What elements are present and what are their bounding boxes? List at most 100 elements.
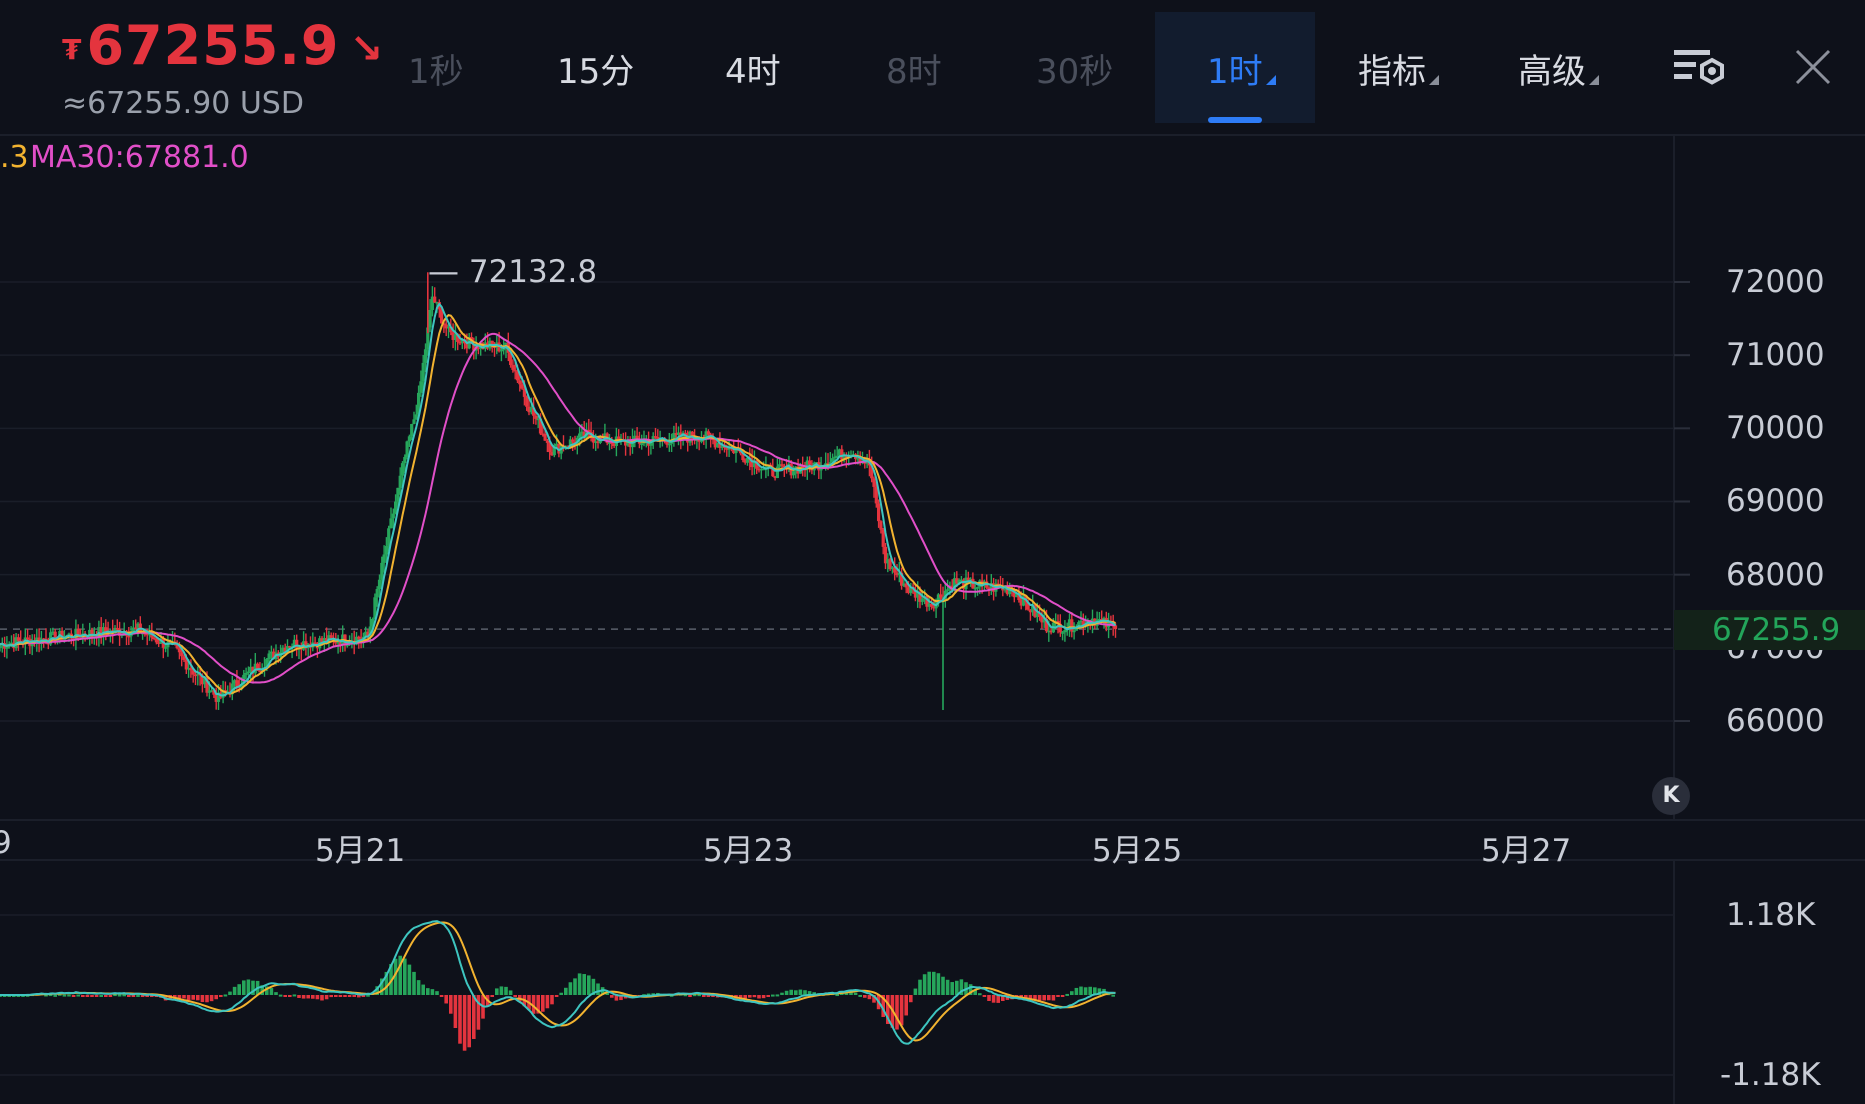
- candle-body: [26, 637, 30, 639]
- candle-body: [246, 671, 250, 674]
- macd-histogram-bar: [99, 994, 103, 997]
- macd-histogram-bar: [899, 995, 904, 1026]
- macd-histogram-bar: [449, 995, 453, 1014]
- macd-histogram-bar: [978, 993, 982, 996]
- macd-histogram-bar: [343, 995, 347, 997]
- y-tick-label: 71000: [1726, 337, 1825, 373]
- macd-histogram-bar: [219, 995, 223, 997]
- macd-histogram-bar: [554, 995, 559, 998]
- macd-histogram-bar: [182, 995, 186, 999]
- candle-body: [267, 653, 271, 660]
- macd-lower-label: -1.18K: [1720, 1057, 1821, 1093]
- macd-histogram-bar: [495, 988, 499, 995]
- tab-4h[interactable]: 4时: [725, 44, 781, 93]
- dropdown-triangle-icon: [1429, 75, 1439, 85]
- macd-histogram-bar: [232, 986, 237, 995]
- macd-histogram-bar: [867, 995, 872, 1000]
- tab-30s[interactable]: 30秒: [1036, 44, 1113, 93]
- candle-body: [152, 637, 156, 640]
- macd-histogram-bar: [76, 994, 80, 997]
- macd-histogram-bar: [62, 994, 67, 997]
- macd-histogram-bar: [895, 995, 899, 1030]
- high-price-label: — 72132.8: [428, 254, 598, 290]
- macd-histogram-bar: [1111, 994, 1115, 997]
- macd-histogram-bar: [761, 995, 766, 999]
- macd-histogram-bar: [499, 986, 504, 995]
- macd-histogram-bar: [610, 995, 614, 998]
- candlestick-chart[interactable]: [0, 0, 1865, 1104]
- macd-histogram-bar: [403, 958, 407, 995]
- macd-histogram-bar: [278, 994, 283, 997]
- macd-histogram-bar: [918, 979, 922, 995]
- macd-histogram-bar: [789, 989, 793, 995]
- tab-advanced[interactable]: 高级: [1518, 44, 1599, 93]
- macd-histogram-bar: [122, 994, 126, 997]
- macd-histogram-bar: [775, 994, 780, 997]
- candle-body: [525, 396, 529, 407]
- scroll-to-latest-icon[interactable]: K: [1652, 777, 1690, 815]
- macd-histogram-bar: [458, 995, 462, 1044]
- macd-histogram-bar: [582, 974, 586, 995]
- x-tick-label: 5月21: [315, 833, 406, 869]
- macd-histogram-bar: [315, 995, 320, 1000]
- macd-histogram-bar: [798, 989, 803, 995]
- macd-histogram-bar: [913, 988, 918, 995]
- dropdown-triangle-icon: [1589, 75, 1599, 85]
- candle-body: [879, 521, 883, 530]
- macd-histogram-bar: [85, 995, 90, 997]
- macd-histogram-bar: [444, 995, 448, 1004]
- dropdown-triangle-icon: [1265, 75, 1276, 85]
- candle-body: [396, 487, 400, 502]
- candle-body: [398, 475, 402, 488]
- y-tick-label: 69000: [1726, 483, 1825, 519]
- tab-15m[interactable]: 15分: [557, 44, 634, 93]
- macd-histogram-bar: [209, 995, 214, 1002]
- tab-1h[interactable]: 1时: [1207, 44, 1276, 93]
- macd-histogram-bar: [927, 971, 931, 995]
- close-icon[interactable]: [1794, 48, 1832, 86]
- macd-histogram-bar: [780, 992, 784, 995]
- macd-histogram-bar: [186, 995, 191, 1001]
- chart-settings-icon[interactable]: [1672, 46, 1728, 90]
- macd-histogram-bar: [242, 980, 246, 995]
- macd-histogram-bar: [67, 994, 71, 997]
- usd-price: ≈67255.90 USD: [62, 86, 304, 121]
- candle-body: [808, 460, 812, 465]
- macd-histogram-bar: [94, 995, 99, 997]
- macd-histogram-bar: [117, 994, 122, 997]
- candle-body: [154, 638, 158, 643]
- macd-histogram-bar: [702, 995, 706, 997]
- tab-1s[interactable]: 1秒: [408, 44, 464, 93]
- macd-histogram-bar: [587, 975, 591, 995]
- tab-indicators-label: 指标: [1358, 52, 1426, 92]
- candle-body: [920, 598, 924, 602]
- macd-histogram-bar: [301, 995, 306, 999]
- candle-body: [1061, 632, 1065, 634]
- macd-histogram-bar: [1065, 993, 1069, 996]
- candle-body: [513, 369, 517, 372]
- candle-body: [939, 594, 943, 598]
- candle-body: [511, 365, 515, 370]
- candle-body: [1063, 630, 1067, 633]
- macd-histogram-bar: [982, 995, 987, 997]
- tab-indicators[interactable]: 指标: [1358, 44, 1439, 93]
- macd-histogram-bar: [472, 995, 476, 1039]
- candle-body: [881, 529, 885, 547]
- macd-histogram-bar: [991, 995, 996, 1003]
- macd-histogram-bar: [283, 995, 287, 997]
- tether-icon: ₮: [62, 32, 83, 66]
- macd-histogram-bar: [1051, 995, 1056, 1001]
- macd-histogram-bar: [228, 991, 232, 995]
- macd-histogram-bar: [1074, 987, 1079, 995]
- macd-histogram-bar: [863, 995, 867, 998]
- high-price-value: 72132.8: [468, 254, 598, 290]
- macd-histogram-bar: [347, 995, 352, 997]
- macd-histogram-bar: [324, 995, 329, 1000]
- arrow-down-right-icon: ↘: [349, 26, 384, 73]
- tab-8h[interactable]: 8时: [886, 44, 942, 93]
- candle-body: [180, 652, 184, 657]
- candle-body: [377, 579, 382, 589]
- candle-body: [405, 441, 409, 458]
- macd-histogram-bar: [550, 995, 554, 1005]
- candle-body: [403, 457, 407, 464]
